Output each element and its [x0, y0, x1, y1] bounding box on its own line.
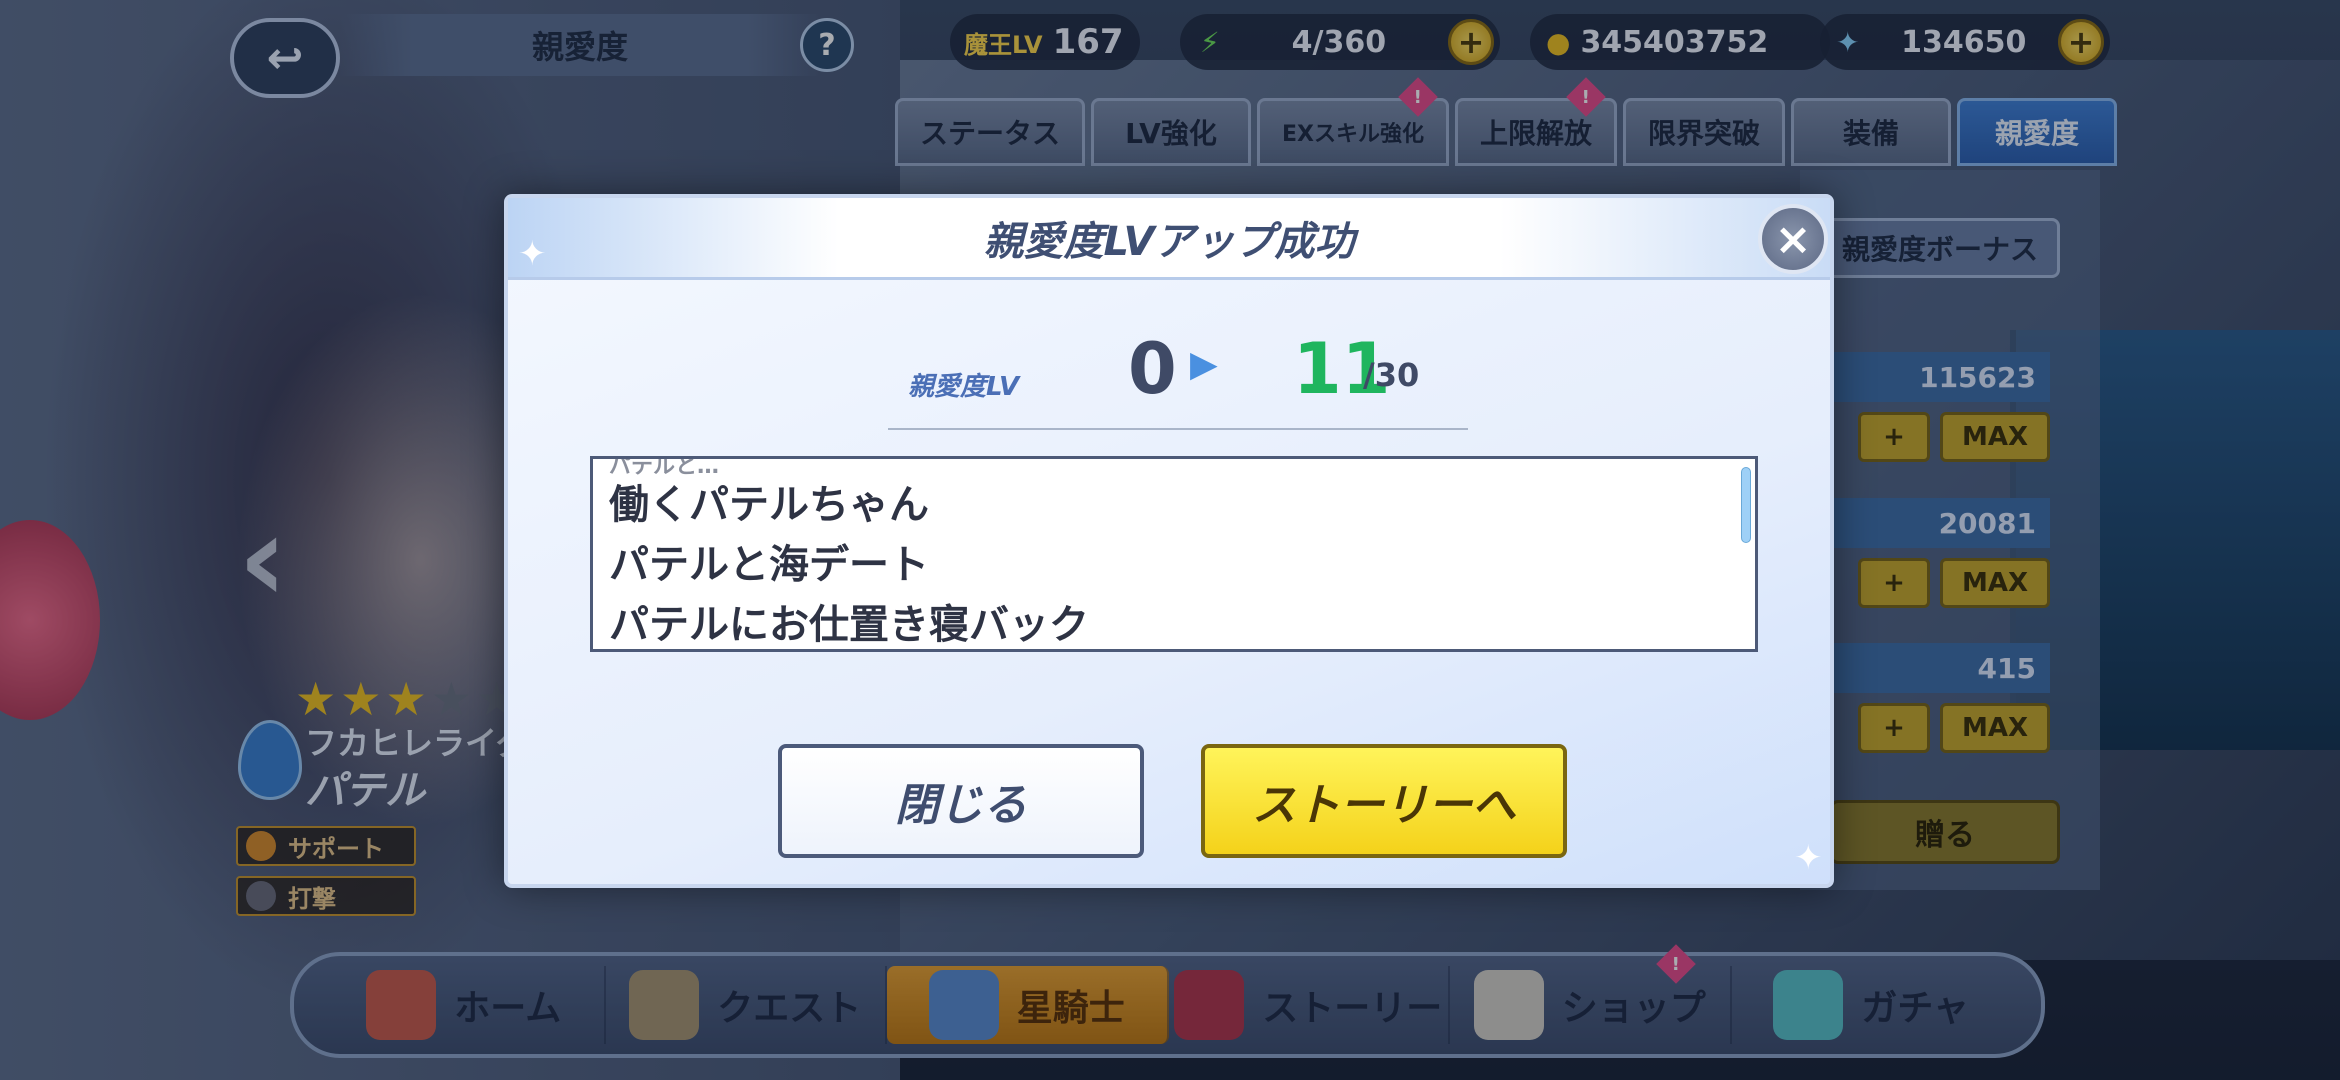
sparkle-icon: ✦: [518, 234, 547, 274]
affection-level-old: 0: [1128, 328, 1177, 410]
list-item: パテルにお仕置き寝バック: [609, 602, 1089, 648]
list-item: パテルと海デート: [609, 542, 929, 588]
close-icon: ×: [1774, 213, 1812, 265]
affection-level-max: /30: [1363, 356, 1420, 394]
close-button[interactable]: 閉じる: [778, 744, 1144, 858]
affection-level-label: 親愛度LV: [908, 372, 1020, 402]
affection-level-up-dialog: 親愛度LVアップ成功 ✦ ✦ × 親愛度LV 0 ▶ 11 /30 パテルと… …: [504, 194, 1834, 888]
list-item: 働くパテルちゃん: [609, 482, 929, 528]
dialog-header: 親愛度LVアップ成功: [508, 198, 1830, 280]
scrollbar[interactable]: [1741, 467, 1751, 543]
dialog-title: 親愛度LVアップ成功: [983, 218, 1355, 265]
divider: [888, 428, 1468, 430]
arrow-right-icon: ▶: [1190, 344, 1218, 385]
sparkle-icon: ✦: [1794, 838, 1823, 878]
affection-level-display: 親愛度LV 0 ▶ 11 /30: [508, 328, 1830, 428]
unlocked-story-list[interactable]: パテルと… 働くパテルちゃん パテルと海デート パテルにお仕置き寝バック: [590, 456, 1758, 652]
close-dialog-button[interactable]: ×: [1758, 204, 1828, 274]
list-item: パテルと…: [609, 459, 720, 475]
go-to-story-button[interactable]: ストーリーへ: [1201, 744, 1567, 858]
